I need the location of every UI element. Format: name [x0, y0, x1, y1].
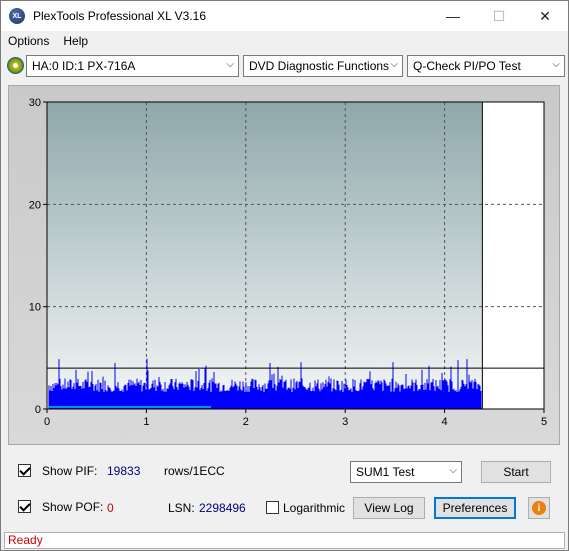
- x-tick-label: 3: [342, 416, 348, 428]
- show-pif-row: Show PIF:: [18, 463, 278, 481]
- chevron-down-icon: ⌵: [552, 59, 560, 70]
- show-pif-label[interactable]: Show PIF:: [42, 464, 97, 478]
- show-pif-checkbox[interactable]: [18, 464, 31, 478]
- pof-value: 0: [107, 501, 114, 515]
- menu-options[interactable]: Options: [1, 34, 56, 48]
- test-select-value: Q-Check PI/PO Test: [413, 59, 521, 73]
- x-tick-label: 5: [541, 416, 547, 428]
- chevron-down-icon: ⌵: [449, 465, 457, 476]
- chevron-down-icon: ⌵: [390, 59, 398, 70]
- view-log-button[interactable]: View Log: [353, 497, 425, 519]
- y-tick-label: 0: [35, 404, 41, 416]
- preferences-button[interactable]: Preferences: [434, 497, 516, 519]
- toolbar: HA:0 ID:1 PX-716A ⌵ DVD Diagnostic Funct…: [1, 53, 568, 79]
- start-button[interactable]: Start: [481, 461, 551, 483]
- logarithmic-label[interactable]: Logarithmic: [283, 501, 345, 515]
- test-select[interactable]: Q-Check PI/PO Test ⌵: [407, 55, 565, 77]
- show-pof-checkbox[interactable]: [18, 500, 31, 514]
- y-tick-label: 30: [29, 97, 41, 109]
- logarithmic-row: Logarithmic: [266, 500, 346, 518]
- info-button[interactable]: i: [528, 497, 550, 519]
- chart-panel: 0 1 2 3 4 5 0 10 20 30: [8, 85, 560, 445]
- show-pof-row: Show POF:: [18, 499, 118, 517]
- pif-unit: rows/1ECC: [164, 464, 225, 478]
- info-icon: i: [532, 501, 546, 515]
- status-text: Ready: [8, 533, 43, 547]
- x-tick-label: 4: [442, 416, 448, 428]
- y-tick-label: 10: [29, 302, 41, 314]
- app-window: XL PlexTools Professional XL V3.16 — ☐ ✕…: [0, 0, 569, 551]
- pi-po-chart: 0 1 2 3 4 5 0 10 20 30: [29, 97, 547, 428]
- minimize-button[interactable]: —: [430, 1, 476, 31]
- title-bar[interactable]: XL PlexTools Professional XL V3.16 — ☐ ✕: [1, 1, 568, 31]
- x-tick-label: 0: [44, 416, 50, 428]
- lsn-label: LSN:: [168, 501, 195, 515]
- status-bar: Ready: [4, 532, 565, 549]
- pif-value: 19833: [107, 464, 141, 478]
- controls-panel: Show PIF: 19833 rows/1ECC SUM1 Test ⌵ St…: [8, 453, 560, 529]
- plot-area-unscanned: [482, 102, 544, 409]
- close-button[interactable]: ✕: [522, 1, 568, 31]
- drive-select[interactable]: HA:0 ID:1 PX-716A ⌵: [26, 55, 239, 77]
- drive-select-value: HA:0 ID:1 PX-716A: [32, 59, 136, 73]
- show-pof-label[interactable]: Show POF:: [42, 500, 103, 514]
- function-select[interactable]: DVD Diagnostic Functions ⌵: [243, 55, 403, 77]
- test-mode-select[interactable]: SUM1 Test ⌵: [350, 461, 462, 483]
- chevron-down-icon: ⌵: [226, 59, 234, 70]
- window-title: PlexTools Professional XL V3.16: [33, 9, 206, 23]
- menu-help[interactable]: Help: [56, 34, 95, 48]
- function-select-value: DVD Diagnostic Functions: [249, 59, 390, 73]
- plot-area-scanned: [47, 102, 483, 409]
- plextools-logo-icon: XL: [9, 8, 25, 24]
- disc-drive-icon: [7, 57, 24, 74]
- test-mode-value: SUM1 Test: [356, 465, 415, 479]
- y-tick-label: 20: [29, 199, 41, 211]
- logarithmic-checkbox[interactable]: [266, 501, 279, 515]
- maximize-button[interactable]: ☐: [476, 1, 522, 31]
- lsn-value: 2298496: [199, 501, 246, 515]
- x-tick-label: 2: [243, 416, 249, 428]
- x-tick-label: 1: [143, 416, 149, 428]
- menu-bar: Options Help: [1, 31, 568, 51]
